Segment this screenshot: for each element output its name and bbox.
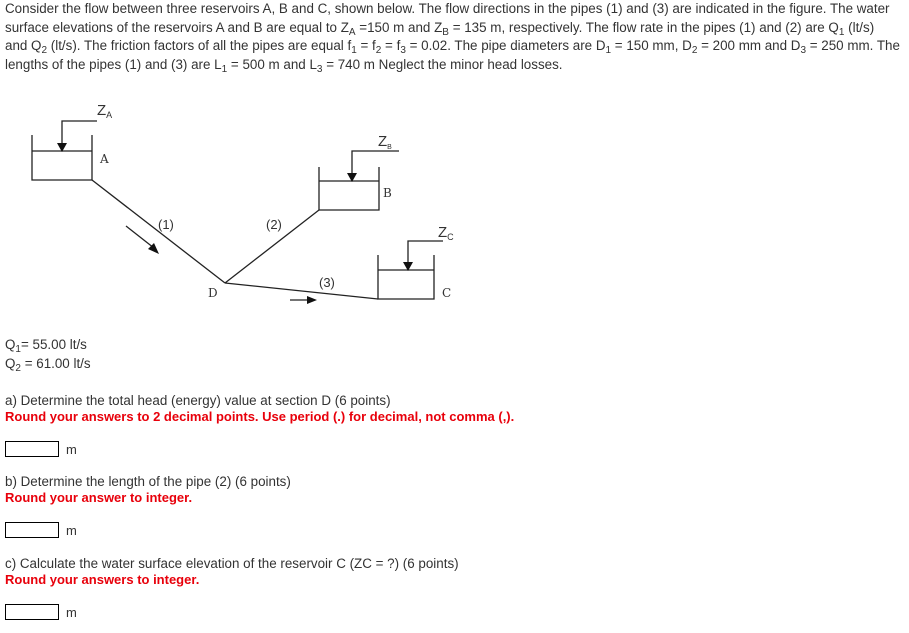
given-q2: Q2 = 61.00 lt/s <box>5 356 91 374</box>
given-value: = 61.00 lt/s <box>20 356 91 371</box>
flow-arrow-1 <box>125 225 155 249</box>
question-a-prompt: a) Determine the total head (energy) val… <box>5 393 391 408</box>
flow-arrowhead-3 <box>307 296 317 304</box>
unit-label: m <box>66 522 77 538</box>
given-q1: Q1= 55.00 lt/s <box>5 337 87 355</box>
subscript: A <box>348 26 356 38</box>
answer-b-input[interactable] <box>5 522 59 538</box>
problem-text: (lt/s). The friction factors of all the … <box>47 38 352 53</box>
given-value: = 55.00 lt/s <box>20 337 87 352</box>
subscript: B <box>442 26 449 38</box>
problem-statement: Consider the flow between three reservoi… <box>5 0 900 74</box>
label-zc: ZC <box>438 224 454 242</box>
unit-label: m <box>66 441 77 457</box>
answer-c-input[interactable] <box>5 604 59 620</box>
label-reservoir-a: A <box>99 152 109 166</box>
problem-text: = 200 mm and D <box>697 38 801 53</box>
unit-label: m <box>66 604 77 620</box>
question-a-answer: m <box>5 441 77 457</box>
label-za: ZA <box>97 102 112 120</box>
question-b-answer: m <box>5 522 77 538</box>
problem-text: = f <box>356 38 376 53</box>
question-b-note: Round your answer to integer. <box>5 490 193 505</box>
question-b-prompt: b) Determine the length of the pipe (2) … <box>5 474 291 489</box>
elevation-arrow-c <box>407 240 443 264</box>
given-label: Q <box>5 337 16 352</box>
label-junction-d: D <box>208 286 218 300</box>
reservoir-c <box>377 255 435 300</box>
problem-text: =150 m and Z <box>355 19 443 35</box>
label-pipe-2: (2) <box>266 217 282 232</box>
answer-a-input[interactable] <box>5 441 59 457</box>
problem-text: = 150 mm, D <box>611 38 692 53</box>
label-pipe-1: (1) <box>158 217 174 232</box>
question-c-note: Round your answers to integer. <box>5 572 200 587</box>
question-c-answer: m <box>5 604 77 620</box>
question-a-note: Round your answers to 2 decimal points. … <box>5 409 515 424</box>
label-reservoir-b: B <box>383 186 392 200</box>
question-c-prompt: c) Calculate the water surface elevation… <box>5 556 459 571</box>
problem-text: = 500 m and L <box>227 56 317 72</box>
problem-text: = 135 m, respectively. The flow rate in … <box>448 19 839 35</box>
problem-text: = f <box>381 38 401 53</box>
given-label: Q <box>5 356 16 371</box>
elevation-arrow-b <box>351 150 399 175</box>
label-pipe-3: (3) <box>319 275 335 290</box>
problem-text: = 0.02. The pipe diameters are D <box>405 38 606 53</box>
reservoir-diagram: ZA A ZB B ZC C D (1) (2) (3) <box>31 102 454 304</box>
label-reservoir-c: C <box>442 286 451 300</box>
problem-text: = 740 m Neglect the minor head losses. <box>322 56 563 72</box>
pipe-3 <box>224 282 379 300</box>
label-zb: ZB <box>378 133 392 151</box>
